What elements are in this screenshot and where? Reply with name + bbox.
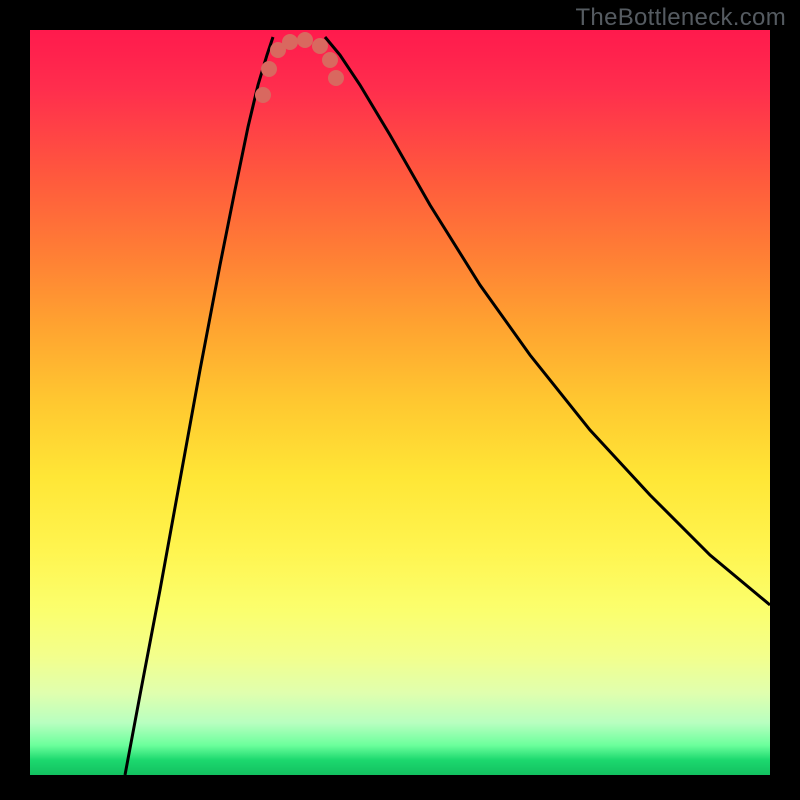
optimal-dot bbox=[328, 70, 344, 86]
optimal-marker bbox=[30, 30, 770, 775]
optimal-dot bbox=[297, 32, 313, 48]
optimal-dot bbox=[312, 38, 328, 54]
optimal-dot bbox=[322, 52, 338, 68]
optimal-dot bbox=[282, 34, 298, 50]
optimal-dot bbox=[261, 61, 277, 77]
plot-area bbox=[30, 30, 770, 775]
optimal-marker-dots bbox=[255, 32, 344, 103]
chart-frame: TheBottleneck.com bbox=[0, 0, 800, 800]
optimal-dot bbox=[255, 87, 271, 103]
watermark-label: TheBottleneck.com bbox=[575, 4, 786, 32]
